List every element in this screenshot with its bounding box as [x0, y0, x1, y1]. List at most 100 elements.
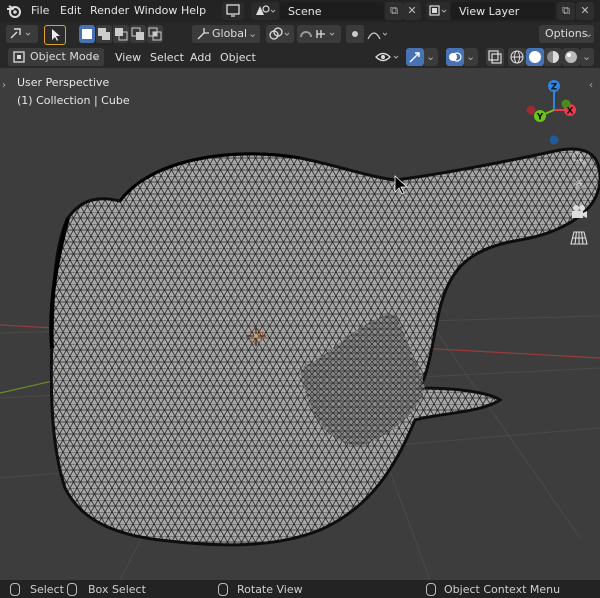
- gizmo-arrows-icon: [409, 52, 420, 63]
- overlays-dropdown[interactable]: ⌄: [464, 48, 478, 66]
- sidebar-expand-icon[interactable]: ‹: [589, 80, 593, 91]
- shading-rendered-button[interactable]: [562, 48, 580, 66]
- pan-hand-icon[interactable]: ✋︎: [569, 176, 589, 196]
- rendered-sphere-icon: [565, 51, 577, 63]
- transform-pivot-icon: [10, 28, 31, 39]
- shading-dropdown[interactable]: ⌄: [580, 48, 594, 66]
- selection-intersect-icon: [148, 27, 162, 41]
- chevron-down-icon: ⌄: [466, 50, 476, 63]
- xray-toggle[interactable]: [486, 48, 504, 66]
- options-dropdown[interactable]: Options ⌄: [539, 25, 594, 43]
- view-layer-icon: [429, 5, 447, 16]
- view-layer-name: View Layer: [459, 5, 520, 18]
- scene-icon: [256, 5, 276, 15]
- gizmo-dropdown[interactable]: ⌄: [424, 48, 438, 66]
- shading-solid-button[interactable]: [526, 48, 544, 66]
- grid-perspective-icon[interactable]: [569, 228, 589, 248]
- 3d-viewport[interactable]: User Perspective (1) Collection | Cube Z…: [0, 68, 600, 580]
- falloff-dropdown[interactable]: [366, 25, 392, 43]
- status-box-select: Box Select: [88, 583, 146, 596]
- navigation-gizmo[interactable]: Z X Y: [522, 72, 586, 148]
- close-scene-icon[interactable]: ✕: [403, 2, 421, 20]
- magnet-icon: [300, 30, 335, 38]
- y-axis-label: Y: [536, 113, 544, 123]
- object-mode-label: Object Mode: [30, 50, 100, 63]
- zoom-icon[interactable]: 🔍︎: [569, 150, 589, 170]
- collection-label: (1) Collection | Cube: [17, 94, 130, 107]
- blender-logo-icon[interactable]: [6, 3, 22, 19]
- proportional-editing-toggle[interactable]: [346, 25, 364, 43]
- menu-window[interactable]: Window: [134, 4, 177, 17]
- selection-subtract-icon: [115, 28, 128, 41]
- shading-material-button[interactable]: [544, 48, 562, 66]
- new-view-layer-icon[interactable]: ⧉: [557, 2, 575, 20]
- menu-edit[interactable]: Edit: [60, 4, 81, 17]
- monitor-icon: [226, 4, 240, 17]
- tool-settings-button[interactable]: [6, 25, 38, 43]
- mode-difference-selection-button[interactable]: [130, 25, 146, 43]
- material-sphere-icon: [547, 51, 559, 63]
- workspace-screen-button[interactable]: [222, 2, 244, 20]
- object-mode-dropdown[interactable]: Object Mode ⌄: [8, 48, 104, 66]
- menu-select[interactable]: Select: [150, 51, 184, 64]
- status-bar: Select Box Select Rotate View Object Con…: [0, 580, 600, 598]
- chevron-down-icon: ⌄: [582, 50, 592, 63]
- gizmo-toggle[interactable]: [406, 48, 424, 66]
- object-visibility-dropdown[interactable]: [374, 48, 404, 66]
- new-scene-icon[interactable]: ⧉: [385, 2, 403, 20]
- transform-orientation-label: Global: [212, 27, 248, 40]
- status-rotate-view: Rotate View: [237, 583, 303, 596]
- scene-selector-button[interactable]: [251, 2, 279, 20]
- snapping-toggle[interactable]: [297, 25, 341, 43]
- overlays-toggle[interactable]: [446, 48, 464, 66]
- selection-extend-icon: [98, 28, 110, 40]
- select-tool-button[interactable]: [44, 25, 66, 45]
- solid-sphere-icon: [529, 51, 541, 63]
- toolbar-expand-icon[interactable]: ›: [2, 80, 6, 91]
- object-mode-icon: [13, 51, 25, 63]
- view-layer-name-field[interactable]: View Layer: [451, 2, 555, 20]
- menu-help[interactable]: Help: [181, 4, 206, 17]
- neg-x-axis-handle: [526, 105, 536, 115]
- camera-icon[interactable]: [569, 202, 589, 222]
- status-select: Select: [30, 583, 64, 596]
- pivot-point-dropdown[interactable]: [266, 25, 294, 43]
- menu-render[interactable]: Render: [90, 4, 129, 17]
- chevron-down-icon: ⌄: [248, 27, 258, 40]
- scene-name-field[interactable]: Scene: [280, 2, 384, 20]
- menu-view[interactable]: View: [115, 51, 141, 64]
- mesh-body: [49, 147, 600, 547]
- neg-z-axis-handle: [549, 135, 559, 145]
- chevron-down-icon: ⌄: [92, 50, 102, 63]
- mode-extend-selection-button[interactable]: [96, 25, 112, 43]
- shading-wireframe-button[interactable]: [508, 48, 526, 66]
- falloff-curve-icon: [367, 32, 388, 40]
- pivot-link-icon: [269, 27, 290, 40]
- mode-intersect-selection-button[interactable]: [147, 25, 163, 43]
- mouse-drag-icon: [67, 583, 77, 596]
- proportional-dot-icon: [352, 31, 358, 37]
- eye-icon: [375, 52, 399, 62]
- mouse-left-icon: [10, 583, 20, 596]
- close-view-layer-icon[interactable]: ✕: [576, 2, 594, 20]
- menu-object[interactable]: Object: [220, 51, 256, 64]
- mode-subtract-selection-button[interactable]: [113, 25, 129, 43]
- menu-file[interactable]: File: [31, 4, 49, 17]
- mouse-middle-icon: [218, 583, 228, 596]
- mode-new-selection-button[interactable]: [79, 25, 95, 43]
- top-bar: File Edit Render Window Help Scene ⧉ ✕ V…: [0, 0, 600, 22]
- status-context-menu: Object Context Menu: [444, 583, 561, 596]
- tool-header: Global ⌄ Options ⌄: [0, 22, 600, 46]
- x-axis-label: X: [567, 107, 574, 117]
- chevron-down-icon: ⌄: [584, 27, 594, 40]
- selection-set-icon: [82, 29, 92, 39]
- perspective-label: User Perspective: [17, 76, 110, 89]
- transform-orientation-dropdown[interactable]: Global ⌄: [192, 25, 260, 43]
- z-axis-label: Z: [551, 83, 558, 93]
- mouse-right-icon: [426, 583, 436, 596]
- cursor-arrow-icon: [52, 29, 60, 41]
- view-layer-selector-button[interactable]: [426, 2, 450, 20]
- menu-add[interactable]: Add: [190, 51, 211, 64]
- overlays-icon: [449, 52, 462, 62]
- xray-icon: [488, 50, 502, 64]
